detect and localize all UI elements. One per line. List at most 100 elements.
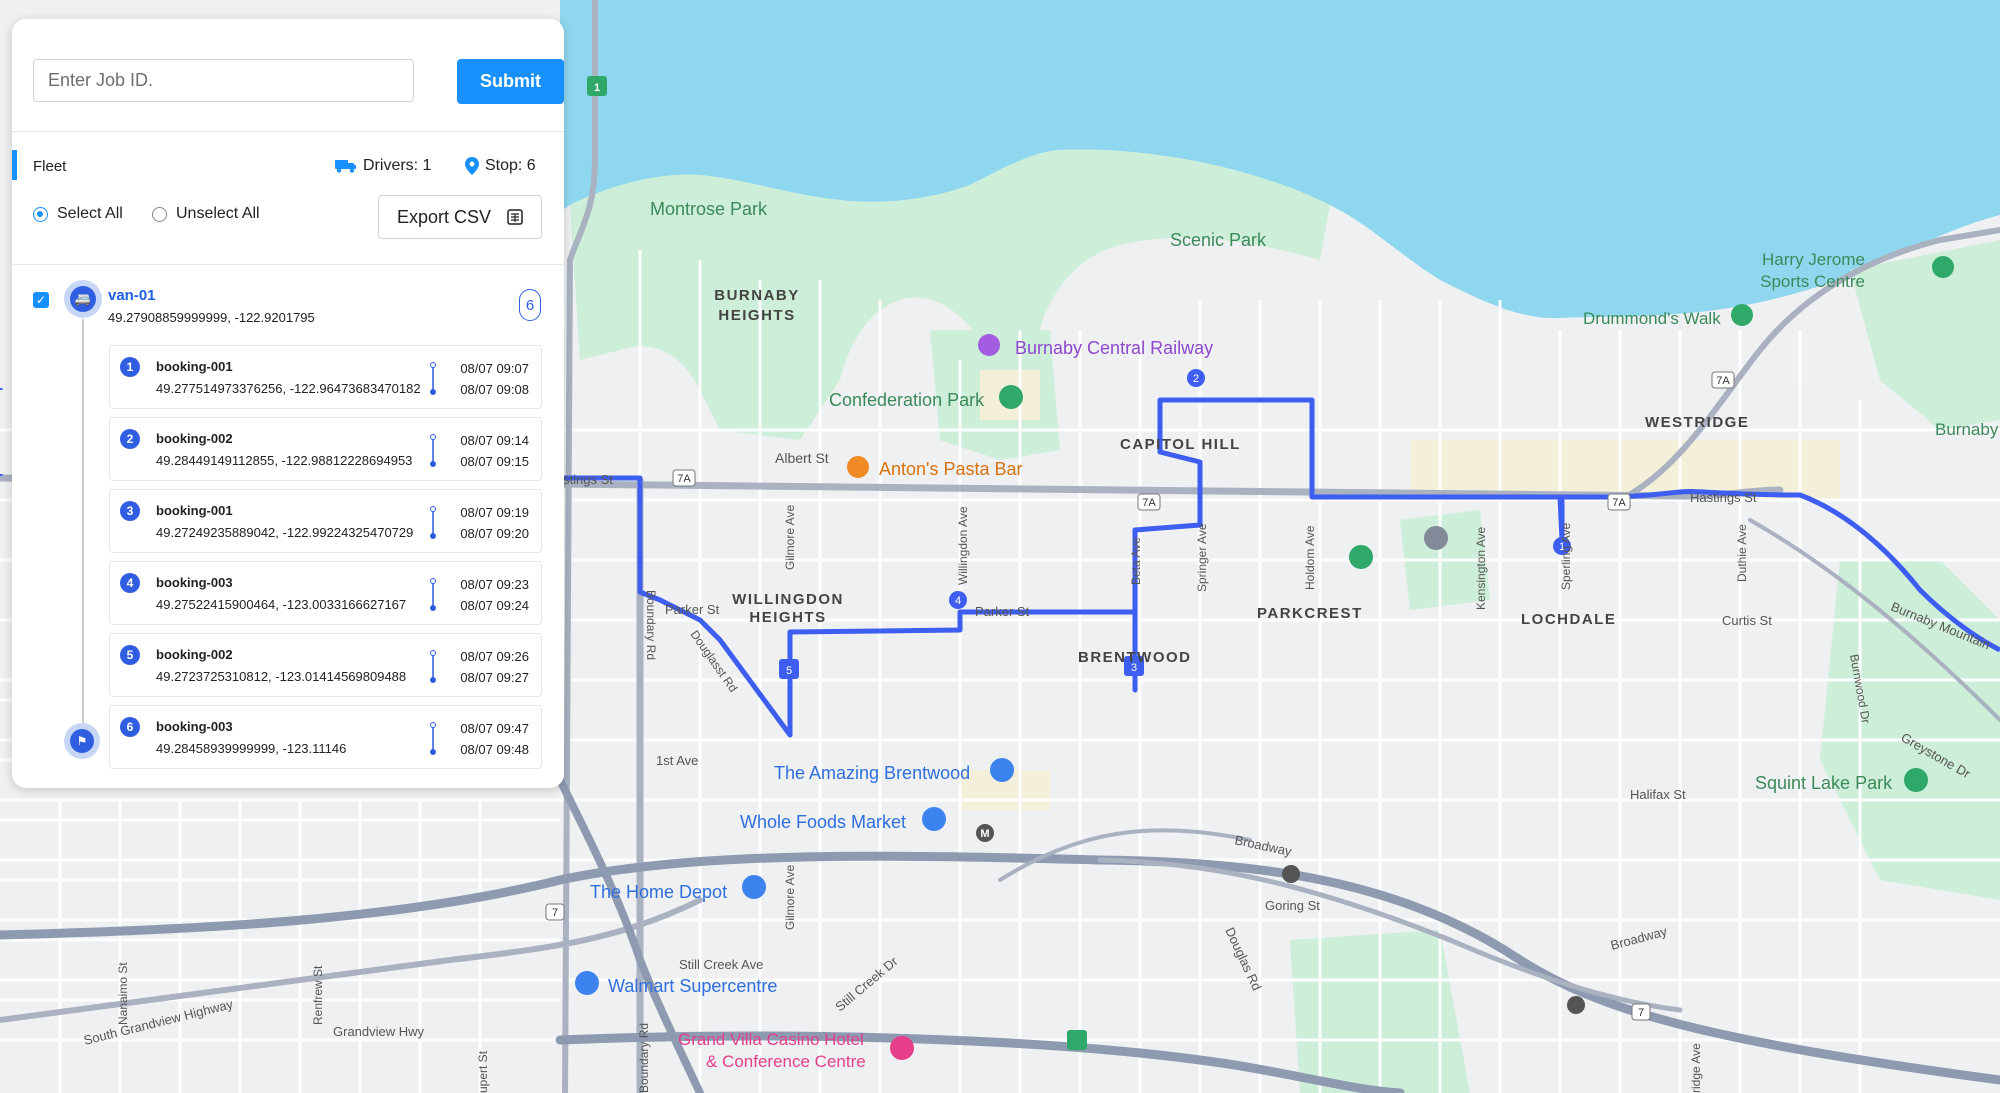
van-name[interactable]: van-01 — [108, 287, 156, 304]
stop-number: 2 — [120, 429, 140, 449]
label-holdom-ave: Holdom Ave — [1303, 525, 1317, 590]
export-csv-button[interactable]: Export CSV — [378, 195, 542, 239]
squint-park-icon — [1904, 768, 1928, 792]
route-stop-marker-2-label: 2 — [1193, 373, 1199, 385]
stop-booking-id: booking-003 — [156, 719, 233, 734]
label-goring-st: Goring St — [1265, 898, 1320, 913]
unselect-all-option[interactable]: Unselect All — [152, 205, 260, 223]
label-burnaby-central-railway: Burnaby Central Railway — [1015, 338, 1213, 358]
stop-card[interactable]: 2 booking-002 49.28449149112855, -122.98… — [109, 417, 542, 481]
label-nanaimo-st: Nanaimo St — [116, 962, 130, 1025]
cart-icon — [922, 807, 946, 831]
label-boundary-rd-top: Boundary Rd — [644, 590, 658, 660]
railway-icon — [978, 334, 1000, 356]
stop-card[interactable]: 4 booking-003 49.27522415900464, -123.00… — [109, 561, 542, 625]
label-home-depot: The Home Depot — [590, 882, 727, 902]
hwy-7a-label-2: 7A — [1142, 497, 1156, 509]
label-walmart: Walmart Supercentre — [608, 976, 777, 996]
metro-station-icon-2 — [1282, 865, 1300, 883]
stop-card[interactable]: 1 booking-001 49.277514973376256, -122.9… — [109, 345, 542, 409]
stop-card[interactable]: 6 booking-003 49.28458939999999, -123.11… — [109, 705, 542, 769]
flag-icon: ⚑ — [70, 729, 94, 753]
hwy-1-sign-bottom — [1067, 1030, 1087, 1050]
label-rupert-st: upert St — [476, 1050, 490, 1093]
route-end-marker: ⚑ — [64, 723, 100, 759]
submit-button[interactable]: Submit — [457, 59, 564, 104]
stop-coords: 49.27249235889042, -122.99224325470729 — [156, 525, 414, 540]
route-stop-marker-4[interactable]: 4 — [949, 591, 967, 609]
stop-times: 08/07 09:23 08/07 09:24 — [460, 574, 529, 616]
label-ridge-ave: ridge Ave — [1689, 1043, 1703, 1093]
unselect-all-radio[interactable] — [152, 206, 167, 222]
stop-end-time: 08/07 09:20 — [460, 526, 529, 541]
stop-card[interactable]: 3 booking-001 49.27249235889042, -122.99… — [109, 489, 542, 553]
walk-icon — [1731, 304, 1753, 326]
hwy-7-label-1: 7 — [552, 907, 558, 919]
label-burnaby-edge: Burnaby — [1935, 420, 1999, 439]
stop-end-time: 08/07 09:48 — [460, 742, 529, 757]
label-scenic-park: Scenic Park — [1170, 230, 1267, 250]
stop-number: 6 — [120, 717, 140, 737]
stop-times: 08/07 09:19 08/07 09:20 — [460, 502, 529, 544]
hwy-7a-label-1: 7A — [677, 473, 691, 485]
label-antons-pasta-bar: Anton's Pasta Bar — [879, 459, 1023, 479]
label-parker-st-2: Parker St — [975, 604, 1030, 619]
label-harry-jerome-1: Harry Jerome — [1762, 250, 1865, 269]
label-duthie-ave: Duthie Ave — [1735, 524, 1749, 582]
stop-end-time: 08/07 09:27 — [460, 670, 529, 685]
route-stop-marker-5[interactable]: 5 — [779, 659, 799, 679]
hwy-7a-label-3: 7A — [1612, 497, 1626, 509]
van-select-checkbox[interactable]: ✓ — [33, 292, 49, 308]
stops-label: Stop: 6 — [485, 157, 536, 174]
stop-booking-id: booking-001 — [156, 359, 233, 374]
csv-file-icon — [507, 209, 523, 225]
fleet-panel: Submit Fleet Drivers: 1 Stop: 6 Select A… — [12, 19, 564, 788]
stop-booking-id: booking-002 — [156, 647, 233, 662]
metro-label: M — [980, 828, 989, 840]
hwy-7a-label-4: 7A — [1716, 375, 1730, 387]
label-capitol-hill: CAPITOL HILL — [1120, 436, 1241, 453]
location-pin-icon — [465, 157, 479, 175]
metro-station-icon-3 — [1567, 996, 1585, 1014]
stop-number: 5 — [120, 645, 140, 665]
label-still-creek-ave: Still Creek Ave — [679, 957, 763, 972]
drivers-count: Drivers: 1 — [335, 157, 431, 175]
van-icon: 🚐 — [70, 286, 96, 312]
label-parkcrest: PARKCREST — [1257, 605, 1363, 622]
stop-start-time: 08/07 09:23 — [460, 577, 529, 592]
label-halifax-st: Halifax St — [1630, 787, 1686, 802]
time-range-icon — [430, 434, 436, 467]
label-harry-jerome-2: Sports Centre — [1760, 272, 1865, 291]
label-brentwood: BRENTWOOD — [1078, 649, 1192, 666]
job-search-row: Submit — [33, 59, 564, 105]
label-squint-lake-park: Squint Lake Park — [1755, 773, 1893, 793]
select-all-option[interactable]: Select All — [33, 205, 123, 223]
stop-end-time: 08/07 09:24 — [460, 598, 529, 613]
stop-booking-id: booking-001 — [156, 503, 233, 518]
job-id-input[interactable] — [33, 59, 414, 102]
hwy-1-label: 1 — [594, 82, 600, 94]
stop-coords: 49.277514973376256, -122.96473683470182 — [156, 381, 421, 396]
stop-coords: 49.27522415900464, -123.0033166627167 — [156, 597, 407, 612]
select-all-radio[interactable] — [33, 206, 48, 222]
time-range-icon — [430, 650, 436, 683]
hwy-7-label-2: 7 — [1638, 1007, 1644, 1019]
label-lochdale: LOCHDALE — [1521, 611, 1616, 628]
label-confederation-park: Confederation Park — [829, 390, 985, 410]
label-hastings-st-right: Hastings St — [1690, 490, 1757, 505]
label-boundary-rd-bottom: Boundary Rd — [637, 1023, 651, 1093]
tab-fleet[interactable]: Fleet — [33, 158, 66, 175]
select-all-label: Select All — [57, 205, 123, 222]
label-burnaby-heights-2: HEIGHTS — [718, 307, 795, 324]
label-willingdon-ave: Willingdon Ave — [956, 506, 970, 585]
route-stop-marker-2[interactable]: 2 — [1187, 369, 1205, 387]
sports-centre-icon — [1932, 256, 1954, 278]
export-csv-label: Export CSV — [396, 206, 492, 227]
label-willingdon-heights-2: HEIGHTS — [749, 609, 826, 626]
school-icon — [1424, 526, 1448, 550]
stop-card[interactable]: 5 booking-002 49.2723725310812, -123.014… — [109, 633, 542, 697]
van-coords: 49.27908859999999, -122.9201795 — [108, 310, 315, 325]
golf-icon — [1349, 545, 1373, 569]
label-burnaby-heights-1: BURNABY — [714, 287, 800, 304]
divider — [12, 131, 564, 132]
